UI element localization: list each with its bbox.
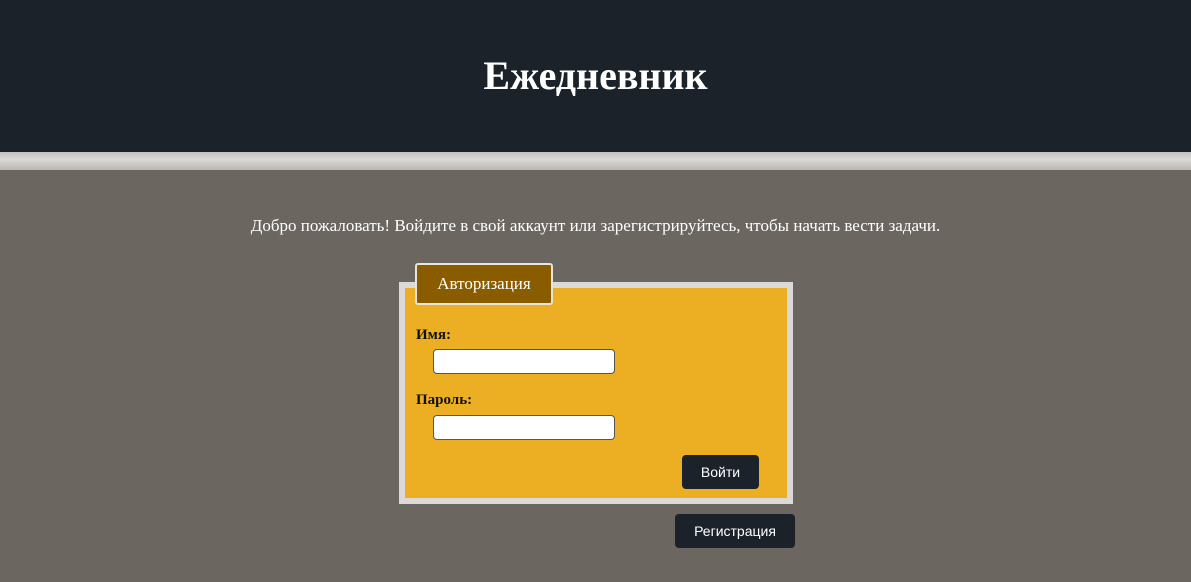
- page-header: Ежедневник: [0, 0, 1191, 152]
- welcome-message: Добро пожаловать! Войдите в свой аккаунт…: [250, 216, 941, 235]
- name-label: Имя:: [416, 327, 451, 343]
- register-button[interactable]: Регистрация: [675, 514, 795, 548]
- header-divider: [0, 152, 1191, 170]
- login-button[interactable]: Войти: [682, 455, 759, 489]
- page-title: Ежедневник: [483, 53, 708, 98]
- login-legend: Авторизация: [415, 263, 553, 305]
- password-input[interactable]: [433, 415, 615, 440]
- password-label: Пароль:: [416, 392, 473, 408]
- name-input[interactable]: [433, 349, 615, 374]
